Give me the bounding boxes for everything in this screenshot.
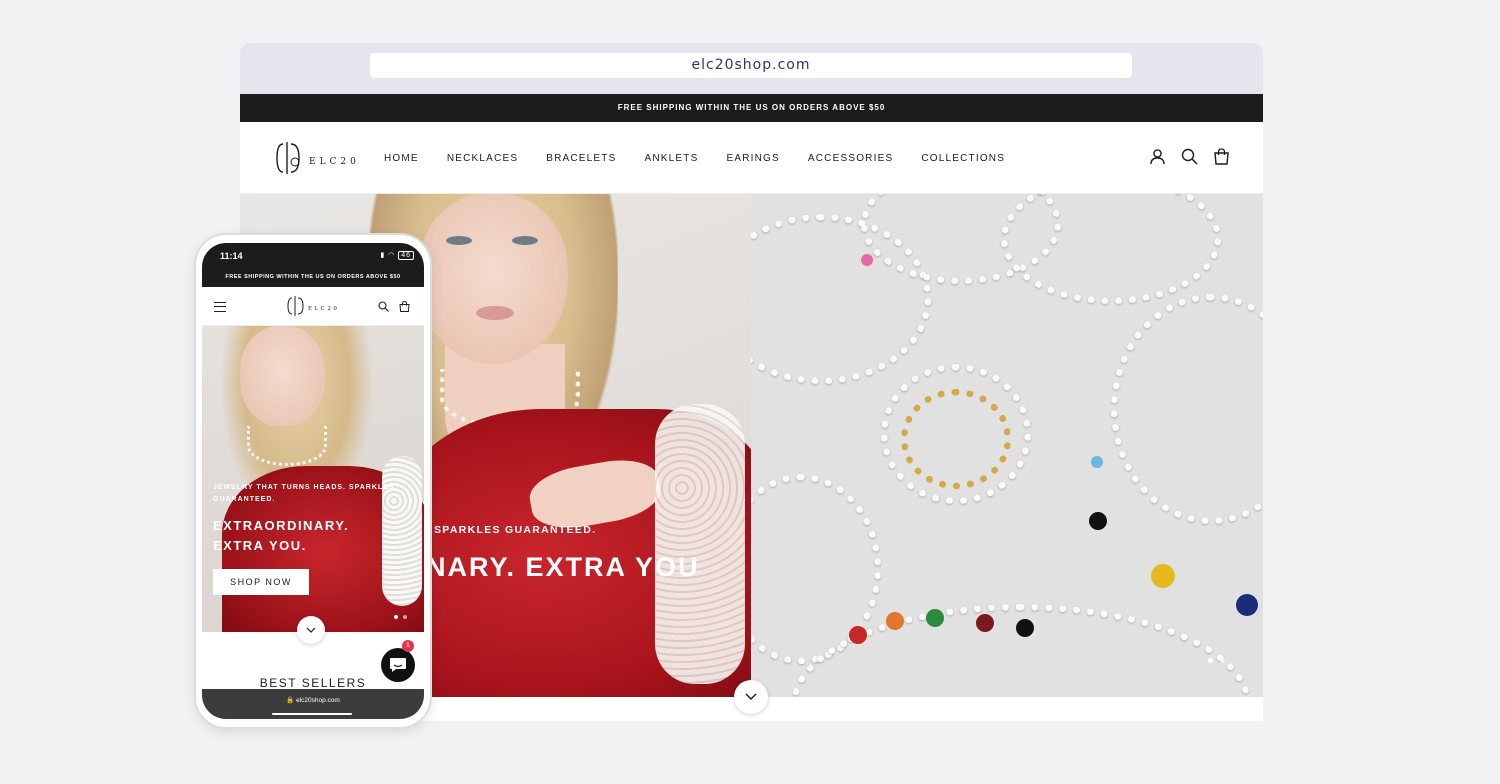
mobile-scroll-down-button[interactable] xyxy=(297,616,325,644)
lock-icon: 🔒 xyxy=(286,697,295,704)
mobile-cart-icon[interactable] xyxy=(399,301,410,312)
site-header: ELC20 HOME NECKLACES BRACELETS ANKLETS E… xyxy=(240,122,1263,194)
header-icons xyxy=(1149,148,1230,165)
nav-necklaces[interactable]: NECKLACES xyxy=(447,153,518,164)
signal-icon: ▮ xyxy=(380,252,386,259)
battery-icon: 46 xyxy=(398,251,414,260)
slide-dot[interactable] xyxy=(403,615,407,619)
slide-dot[interactable] xyxy=(1220,658,1225,663)
elc20-logo[interactable]: ELC20 xyxy=(273,140,363,176)
mobile-search-icon[interactable] xyxy=(378,301,389,312)
mobile-url-bar[interactable]: 🔒 elc20shop.com xyxy=(202,689,424,719)
mobile-hero-subtitle: JEWELRY THAT TURNS HEADS. SPARKLES GUARA… xyxy=(213,484,395,503)
nav-bracelets[interactable]: BRACELETS xyxy=(546,153,616,164)
nav-earings[interactable]: EARINGS xyxy=(726,153,779,164)
phone-notch xyxy=(254,243,370,263)
mobile-hero-title: EXTRAORDINARY. EXTRA YOU. xyxy=(213,516,349,556)
slide-dot[interactable] xyxy=(394,615,398,619)
hero-jewelry-image xyxy=(751,194,1263,697)
nav-anklets[interactable]: ANKLETS xyxy=(644,153,698,164)
hero-subtitle: SPARKLES GUARANTEED. xyxy=(434,524,597,536)
status-icons: ▮ ◠ 46 xyxy=(380,251,414,260)
url-bar[interactable]: elc20shop.com xyxy=(370,53,1132,78)
mobile-elc20-logo[interactable]: ELC20 xyxy=(286,295,342,317)
logo-text: ELC20 xyxy=(309,157,360,167)
announcement-bar: FREE SHIPPING WITHIN THE US ON ORDERS AB… xyxy=(240,94,1263,122)
mobile-status-bar: 11:14 ▮ ◠ 46 xyxy=(202,243,424,267)
status-time: 11:14 xyxy=(220,251,243,261)
chevron-down-icon xyxy=(745,693,757,700)
mobile-hero: JEWELRY THAT TURNS HEADS. SPARKLES GUARA… xyxy=(202,326,424,632)
home-indicator xyxy=(272,713,352,715)
slideshow-dots xyxy=(1208,658,1225,663)
mobile-slideshow-dots xyxy=(394,615,407,619)
mobile-screen: 11:14 ▮ ◠ 46 FREE SHIPPING WITHIN THE US… xyxy=(202,243,424,719)
main-nav: HOME NECKLACES BRACELETS ANKLETS EARINGS… xyxy=(384,122,1005,194)
mobile-url-text: elc20shop.com xyxy=(296,697,340,704)
mobile-phone-mockup: 11:14 ▮ ◠ 46 FREE SHIPPING WITHIN THE US… xyxy=(196,235,430,727)
shop-now-button[interactable]: SHOP NOW xyxy=(213,569,309,595)
cart-icon[interactable] xyxy=(1213,148,1230,165)
best-sellers-heading: BEST SELLERS xyxy=(259,676,367,690)
nav-collections[interactable]: COLLECTIONS xyxy=(921,153,1005,164)
nav-home[interactable]: HOME xyxy=(384,153,419,164)
mobile-logo-text: ELC20 xyxy=(308,306,339,312)
hamburger-menu-icon[interactable] xyxy=(214,302,226,312)
search-icon[interactable] xyxy=(1181,148,1198,165)
browser-chrome: elc20shop.com xyxy=(240,43,1263,94)
wifi-icon: ◠ xyxy=(388,252,396,259)
chat-bubble-icon xyxy=(390,658,406,672)
mobile-hero-title-line1: EXTRAORDINARY. xyxy=(213,518,350,533)
chevron-down-icon xyxy=(306,627,316,633)
nav-accessories[interactable]: ACCESSORIES xyxy=(808,153,893,164)
scroll-down-button[interactable] xyxy=(734,680,768,714)
account-icon[interactable] xyxy=(1149,148,1166,165)
slide-dot[interactable] xyxy=(1208,658,1213,663)
mobile-announcement-bar: FREE SHIPPING WITHIN THE US ON ORDERS AB… xyxy=(202,267,424,287)
mobile-header: ELC20 xyxy=(202,287,424,326)
mobile-hero-title-line2: EXTRA YOU. xyxy=(213,538,307,553)
chat-notification-badge: 1 xyxy=(402,640,414,652)
hero-title: NARY. EXTRA YOU xyxy=(426,552,700,582)
